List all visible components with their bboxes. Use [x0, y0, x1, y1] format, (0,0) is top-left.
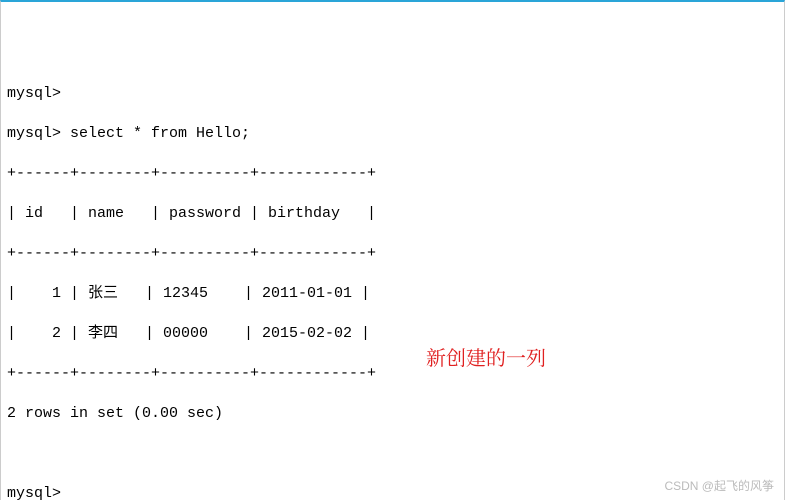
sql-select-1: mysql> select * from Hello;	[7, 124, 778, 144]
table1-sep-top: +------+--------+----------+------------…	[7, 164, 778, 184]
blank-1	[7, 444, 778, 464]
table1-sep-bot: +------+--------+----------+------------…	[7, 364, 778, 384]
result-rows-1: 2 rows in set (0.00 sec)	[7, 404, 778, 424]
table1-row-1: | 1 | 张三 | 12345 | 2011-01-01 |	[7, 284, 778, 304]
table1-sep-mid: +------+--------+----------+------------…	[7, 244, 778, 264]
mysql-prompt-empty-2: mysql>	[7, 484, 778, 500]
table1-row-2: | 2 | 李四 | 00000 | 2015-02-02 |	[7, 324, 778, 344]
mysql-prompt-empty: mysql>	[7, 84, 778, 104]
table1-header: | id | name | password | birthday |	[7, 204, 778, 224]
